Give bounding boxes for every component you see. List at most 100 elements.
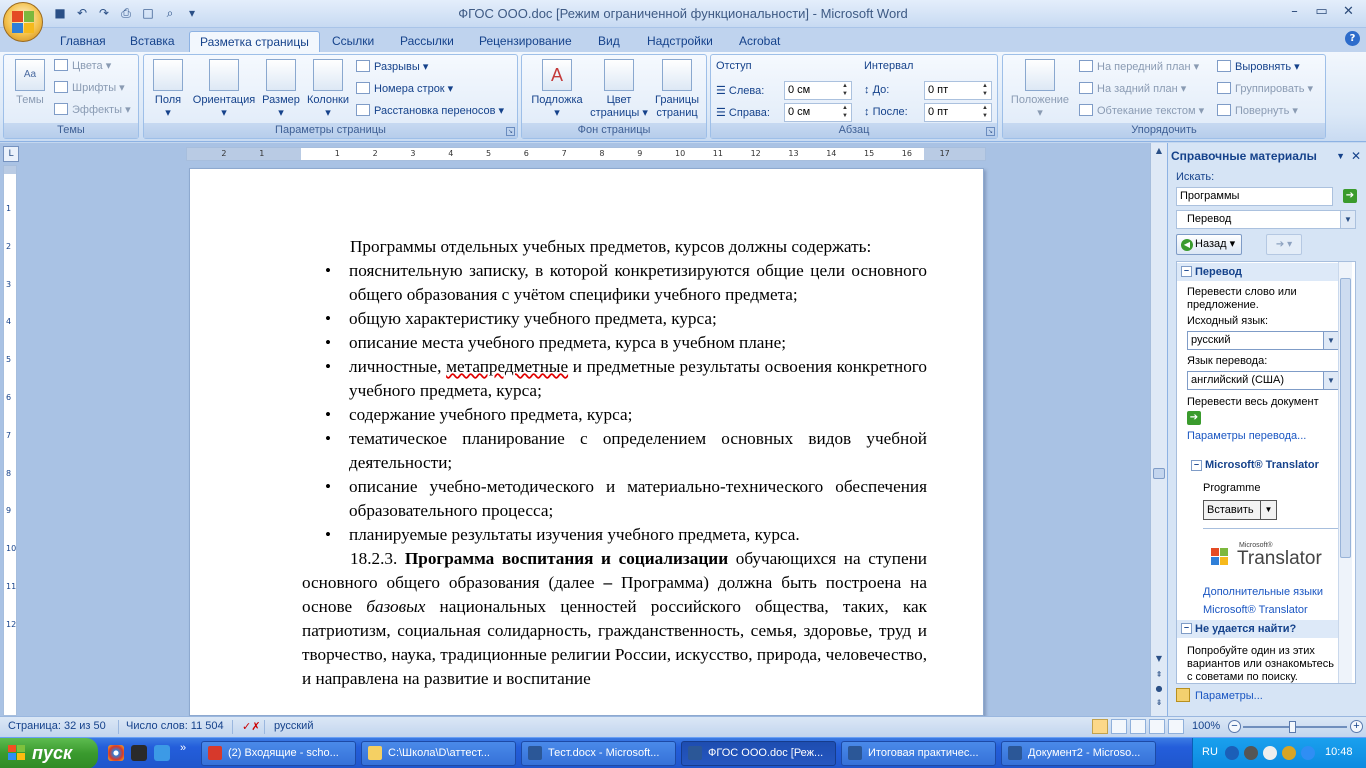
tab-home[interactable]: Главная (50, 31, 116, 52)
document-page[interactable]: Программы отдельных учебных предметов, к… (189, 168, 984, 716)
taskbar-item[interactable]: Документ2 - Microso... (1001, 741, 1156, 766)
position-button[interactable]: Положение ▾ (1006, 59, 1074, 120)
quicklaunch-more-icon[interactable]: » (180, 742, 186, 754)
vertical-ruler[interactable]: 1 2 3 4 5 6 7 8 9 10 11 12 (3, 165, 17, 716)
service-select[interactable]: Перевод ▼ (1176, 210, 1356, 229)
print-layout-view-icon[interactable] (1092, 719, 1108, 734)
source-lang-select[interactable]: русский ▼ (1187, 331, 1339, 350)
taskbar-item-active[interactable]: ФГОС ООО.doc [Реж... (681, 741, 836, 766)
search-go-icon[interactable]: ➔ (1343, 189, 1357, 203)
word-count[interactable]: Число слов: 11 504 (126, 720, 224, 732)
theme-colors-button[interactable]: Цвета ▾ (54, 57, 111, 75)
spin-arrows-icon[interactable]: ▲ ▼ (840, 82, 850, 98)
search-input[interactable]: Программы (1176, 187, 1333, 206)
chrome-icon[interactable] (108, 745, 124, 761)
zoom-in-icon[interactable]: + (1350, 720, 1363, 733)
not-found-section-head[interactable]: Не удается найти? (1177, 620, 1341, 638)
pane-scrollbar[interactable] (1338, 262, 1352, 683)
page-color-button[interactable]: Цвет страницы ▾ (588, 59, 650, 120)
taskbar-item[interactable]: Итоговая практичес... (841, 741, 996, 766)
spacing-before-input[interactable]: 0 пт ▲ ▼ (924, 81, 992, 100)
taskbar-item[interactable]: Тест.docx - Microsoft... (521, 741, 676, 766)
bring-front-button[interactable]: На передний план ▾ (1079, 58, 1199, 76)
back-button[interactable]: ◀ Назад ▾ (1176, 234, 1242, 255)
tray-app-icon[interactable] (1301, 746, 1315, 760)
taskbar-item[interactable]: C:\Школа\D\аттест... (361, 741, 516, 766)
zoom-out-icon[interactable]: − (1228, 720, 1241, 733)
spin-arrows-icon[interactable]: ▲ ▼ (980, 82, 990, 98)
scroll-thumb[interactable] (1153, 468, 1165, 479)
tab-view[interactable]: Вид (588, 31, 630, 52)
size-button[interactable]: Размер ▾ (261, 59, 301, 120)
clock[interactable]: 10:48 (1325, 746, 1353, 758)
close-button[interactable]: ✕ (1335, 2, 1362, 22)
insert-button[interactable]: Вставить ▼ (1203, 500, 1277, 520)
pane-close-icon[interactable]: ✕ (1351, 145, 1361, 167)
pane-menu-icon[interactable]: ▼ (1336, 145, 1345, 167)
language-indicator[interactable]: RU (1202, 746, 1218, 758)
tab-references[interactable]: Ссылки (322, 31, 384, 52)
internet-explorer-icon[interactable] (154, 745, 170, 761)
indent-left-input[interactable]: 0 см ▲ ▼ (784, 81, 852, 100)
send-back-button[interactable]: На задний план ▾ (1079, 80, 1186, 98)
theme-fonts-button[interactable]: Шрифты ▾ (54, 79, 125, 97)
tab-selector-icon[interactable]: L (3, 146, 19, 162)
pane-scroll-thumb[interactable] (1340, 278, 1351, 558)
margins-button[interactable]: Поля ▾ (150, 59, 186, 120)
volume-icon[interactable] (1263, 746, 1277, 760)
breaks-button[interactable]: Разрывы ▾ (356, 58, 428, 76)
maximize-button[interactable]: ▭ (1308, 2, 1335, 22)
rotate-button[interactable]: Повернуть ▾ (1217, 102, 1298, 120)
spin-arrows-icon[interactable]: ▲ ▼ (980, 104, 990, 120)
orientation-button[interactable]: Ориентация ▾ (189, 59, 259, 120)
next-page-icon[interactable]: ⇟ (1153, 697, 1165, 709)
tray-arrow-icon[interactable] (1225, 746, 1239, 760)
themes-button[interactable]: Aa Темы (10, 59, 50, 107)
outline-view-icon[interactable] (1149, 719, 1165, 734)
network-icon[interactable] (1282, 746, 1296, 760)
tab-review[interactable]: Рецензирование (469, 31, 582, 52)
spelling-error[interactable]: метапредметные (446, 357, 568, 376)
target-lang-select[interactable]: английский (США) ▼ (1187, 371, 1339, 390)
help-icon[interactable]: ? (1345, 31, 1360, 46)
ms-translator-link[interactable]: Microsoft® Translator (1203, 604, 1308, 616)
theme-effects-button[interactable]: Эффекты ▾ (54, 101, 131, 119)
page-setup-launcher-icon[interactable]: ↘ (506, 127, 515, 136)
more-languages-link[interactable]: Дополнительные языки (1203, 586, 1323, 598)
document-scrollbar[interactable]: ▲ ▼ ⇞ ● ⇟ (1150, 143, 1167, 716)
scroll-up-icon[interactable]: ▲ (1153, 145, 1165, 157)
translate-options-link[interactable]: Параметры перевода... (1187, 430, 1306, 442)
forward-button[interactable]: ➔ ▾ (1266, 234, 1302, 255)
spacing-after-input[interactable]: 0 пт ▲ ▼ (924, 103, 992, 122)
horizontal-ruler[interactable]: 2 1 1 2 3 4 5 6 7 8 9 10 11 12 13 14 15 16 17 (186, 147, 986, 161)
columns-button[interactable]: Колонки ▾ (304, 59, 352, 120)
ms-translator-head[interactable]: Microsoft® Translator (1191, 459, 1319, 471)
text-wrap-button[interactable]: Обтекание текстом ▾ (1079, 102, 1204, 120)
taskbar-item[interactable]: (2) Входящие - scho... (201, 741, 356, 766)
hyphenation-button[interactable]: Расстановка переносов ▾ (356, 102, 504, 120)
browse-object-icon[interactable]: ● (1153, 683, 1165, 695)
watermark-button[interactable]: A Подложка ▾ (526, 59, 588, 120)
tab-page-layout[interactable]: Разметка страницы (189, 31, 320, 52)
scroll-down-icon[interactable]: ▼ (1153, 653, 1165, 665)
language-indicator[interactable]: русский (274, 720, 313, 732)
page-counter[interactable]: Страница: 32 из 50 (8, 720, 106, 732)
align-button[interactable]: Выровнять ▾ (1217, 58, 1300, 76)
office-button[interactable] (3, 2, 43, 42)
options-link[interactable]: Параметры... (1176, 688, 1263, 702)
draft-view-icon[interactable] (1168, 719, 1184, 734)
minimize-button[interactable]: – (1281, 2, 1308, 22)
prev-page-icon[interactable]: ⇞ (1153, 669, 1165, 681)
tab-insert[interactable]: Вставка (120, 31, 185, 52)
zoom-slider-thumb[interactable] (1289, 721, 1296, 733)
translate-section-head[interactable]: Перевод (1177, 263, 1341, 281)
tab-acrobat[interactable]: Acrobat (729, 31, 790, 52)
spin-arrows-icon[interactable]: ▲ ▼ (840, 104, 850, 120)
translate-doc-go-icon[interactable]: ➔ (1187, 411, 1201, 425)
start-button[interactable]: пуск (0, 738, 98, 768)
group-button[interactable]: Группировать ▾ (1217, 80, 1313, 98)
line-numbers-button[interactable]: Номера строк ▾ (356, 80, 453, 98)
tab-mailings[interactable]: Рассылки (390, 31, 464, 52)
tab-addins[interactable]: Надстройки (637, 31, 723, 52)
web-layout-view-icon[interactable] (1130, 719, 1146, 734)
